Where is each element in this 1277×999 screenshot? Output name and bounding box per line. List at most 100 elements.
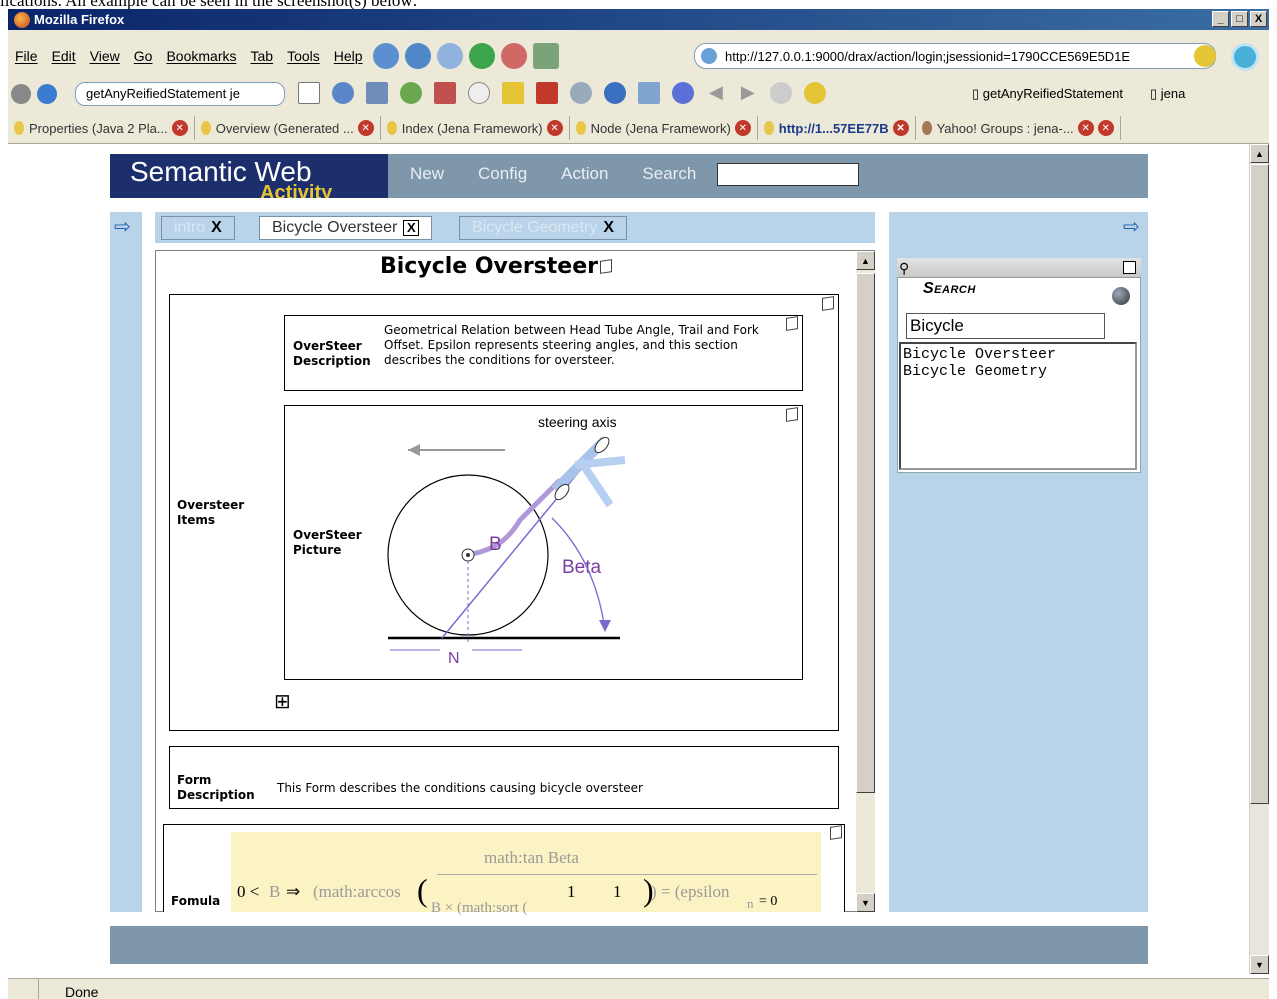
scroll-thumb[interactable] [856,273,875,793]
stop-icon[interactable] [500,43,527,69]
rewind-icon[interactable] [672,82,694,104]
binoculars-icon: ⚲ [899,260,910,276]
b-label: B [489,534,502,555]
close-tab-icon[interactable]: ✕ [734,120,751,136]
formula-arrow: ⇒ [286,882,301,901]
expand-left-arrow-icon[interactable]: ⇨ [114,214,131,239]
scroll-up-button[interactable]: ▲ [1250,144,1269,163]
formula-eq0: = 0 [759,894,778,909]
status-bar: Done [8,978,1269,999]
menu-view[interactable]: View [83,48,127,64]
google-icon[interactable] [11,84,31,104]
tab-bicycle-oversteer[interactable]: Bicycle Oversteer X [259,216,433,240]
search-widget-input[interactable]: Bicycle [906,313,1105,339]
new-window-icon[interactable] [372,43,399,69]
nav-search: Search [642,164,697,183]
content-scrollbar[interactable]: ▲ ▼ [856,251,875,912]
edit-icon[interactable] [830,825,842,840]
bookmark-star-icon[interactable] [1194,45,1216,67]
close-tab-icon[interactable]: ✕ [357,120,374,136]
note-icon[interactable] [434,82,456,104]
oversteer-items-label: Oversteer Items [177,498,245,527]
scroll-thumb[interactable] [1250,164,1269,804]
browser-tab[interactable]: Index (Jena Framework) ✕ [381,116,570,140]
bookmark-link-2[interactable]: ▯ jena [1150,86,1185,102]
browser-tab[interactable]: Yahoo! Groups : jena-... ✕ ✕ [916,116,1121,140]
minimize-button[interactable]: _ [1212,11,1229,27]
google-toolbar-icon[interactable] [298,82,320,104]
home-icon[interactable] [532,43,559,69]
menu-file[interactable]: File [8,48,45,64]
close-tab-icon[interactable]: ✕ [171,120,188,136]
close-icon[interactable]: X [403,220,420,236]
bookmark-link-1[interactable]: ▯ getAnyReifiedStatement [972,86,1123,102]
tab-intro[interactable]: intro X [161,216,235,240]
next-icon[interactable]: ▶ [741,82,755,104]
menu-edit[interactable]: Edit [45,48,83,64]
page-title: Bicycle Oversteer [380,254,612,279]
nav-search-input[interactable] [717,163,859,186]
browser-tab-bar: Properties (Java 2 Pla... ✕ Overview (Gen… [8,113,1269,143]
page-icon [763,121,774,135]
scroll-down-button[interactable]: ▼ [856,893,875,912]
page-scrollbar[interactable]: ▲ ▼ [1249,144,1269,974]
browser-tab-active[interactable]: http://1...57EE77B ✕ [758,116,916,140]
flower-icon[interactable] [400,82,422,104]
magnifier-icon[interactable] [332,82,354,104]
close-window-button[interactable]: X [1250,11,1267,27]
book-icon[interactable] [502,82,524,104]
close-tab-icon[interactable]: ✕ [892,120,909,136]
tab-bicycle-geometry[interactable]: Bicycle Geometry X [459,216,628,240]
expand-right-arrow-icon[interactable]: ⇨ [1123,214,1140,239]
browser-tab[interactable]: Node (Jena Framework) ✕ [570,116,758,140]
nav-action[interactable]: Action [561,164,608,184]
edit-icon[interactable] [786,316,798,331]
url-bar[interactable]: http://127.0.0.1:9000/drax/action/login;… [694,43,1216,69]
edit-icon[interactable] [599,259,612,274]
menu-help[interactable]: Help [327,48,370,64]
edit-icon[interactable] [822,296,834,311]
close-tab-icon[interactable]: ✕ [546,120,563,136]
search-engine-icon[interactable] [37,84,57,104]
close-tab-icon[interactable]: ✕ [1097,120,1114,136]
forward-icon[interactable] [436,43,463,69]
highlighter-icon[interactable] [803,82,826,104]
menu-go[interactable]: Go [127,48,160,64]
speech-bubble-icon[interactable] [468,82,490,104]
nav-new[interactable]: New [410,164,444,184]
go-icon[interactable] [1231,43,1259,71]
tag-icon[interactable] [570,82,592,104]
oversteer-description-text: Geometrical Relation between Head Tube A… [384,323,759,367]
search-result-item[interactable]: Bicycle Oversteer [903,346,1133,363]
pages-icon[interactable] [366,82,388,104]
browser-tab[interactable]: Overview (Generated ... ✕ [195,116,381,140]
menu-tab[interactable]: Tab [244,48,281,64]
formula-display: math:tan Beta 0 < B ⇒ (math:arccos ( 1 1… [231,832,821,916]
search-result-item[interactable]: Bicycle Geometry [903,363,1133,380]
scroll-down-button[interactable]: ▼ [1250,955,1269,974]
tools-icon[interactable] [638,82,660,104]
close-icon[interactable]: X [603,219,614,237]
browser-tab[interactable]: Properties (Java 2 Pla... ✕ [8,116,195,140]
expand-icon[interactable]: ⊞ [274,692,291,712]
edit-icon[interactable] [786,407,798,422]
window-toggle-icon[interactable] [1123,261,1136,274]
oversteer-picture-label: OverSteer Picture [293,528,362,557]
maximize-button[interactable]: □ [1231,11,1248,27]
scroll-up-button[interactable]: ▲ [856,251,875,270]
menu-tools[interactable]: Tools [280,48,327,64]
menu-bookmarks[interactable]: Bookmarks [159,48,243,64]
prev-icon[interactable]: ◀ [709,82,723,104]
highlighter-gray-icon[interactable] [769,82,792,104]
info-icon[interactable] [604,82,626,104]
back-icon[interactable] [404,43,431,69]
extension-icons: ◀ ▶ [295,82,829,104]
search-input[interactable]: getAnyReifiedStatement je [75,82,285,106]
reload-icon[interactable] [468,43,495,69]
close-icon[interactable]: X [211,219,222,237]
close-tab-icon[interactable]: ✕ [1077,120,1094,136]
search-go-icon[interactable] [1112,287,1130,305]
nav-config[interactable]: Config [478,164,527,184]
search-widget-title: Search [923,280,976,297]
red-book-icon[interactable] [536,82,558,104]
